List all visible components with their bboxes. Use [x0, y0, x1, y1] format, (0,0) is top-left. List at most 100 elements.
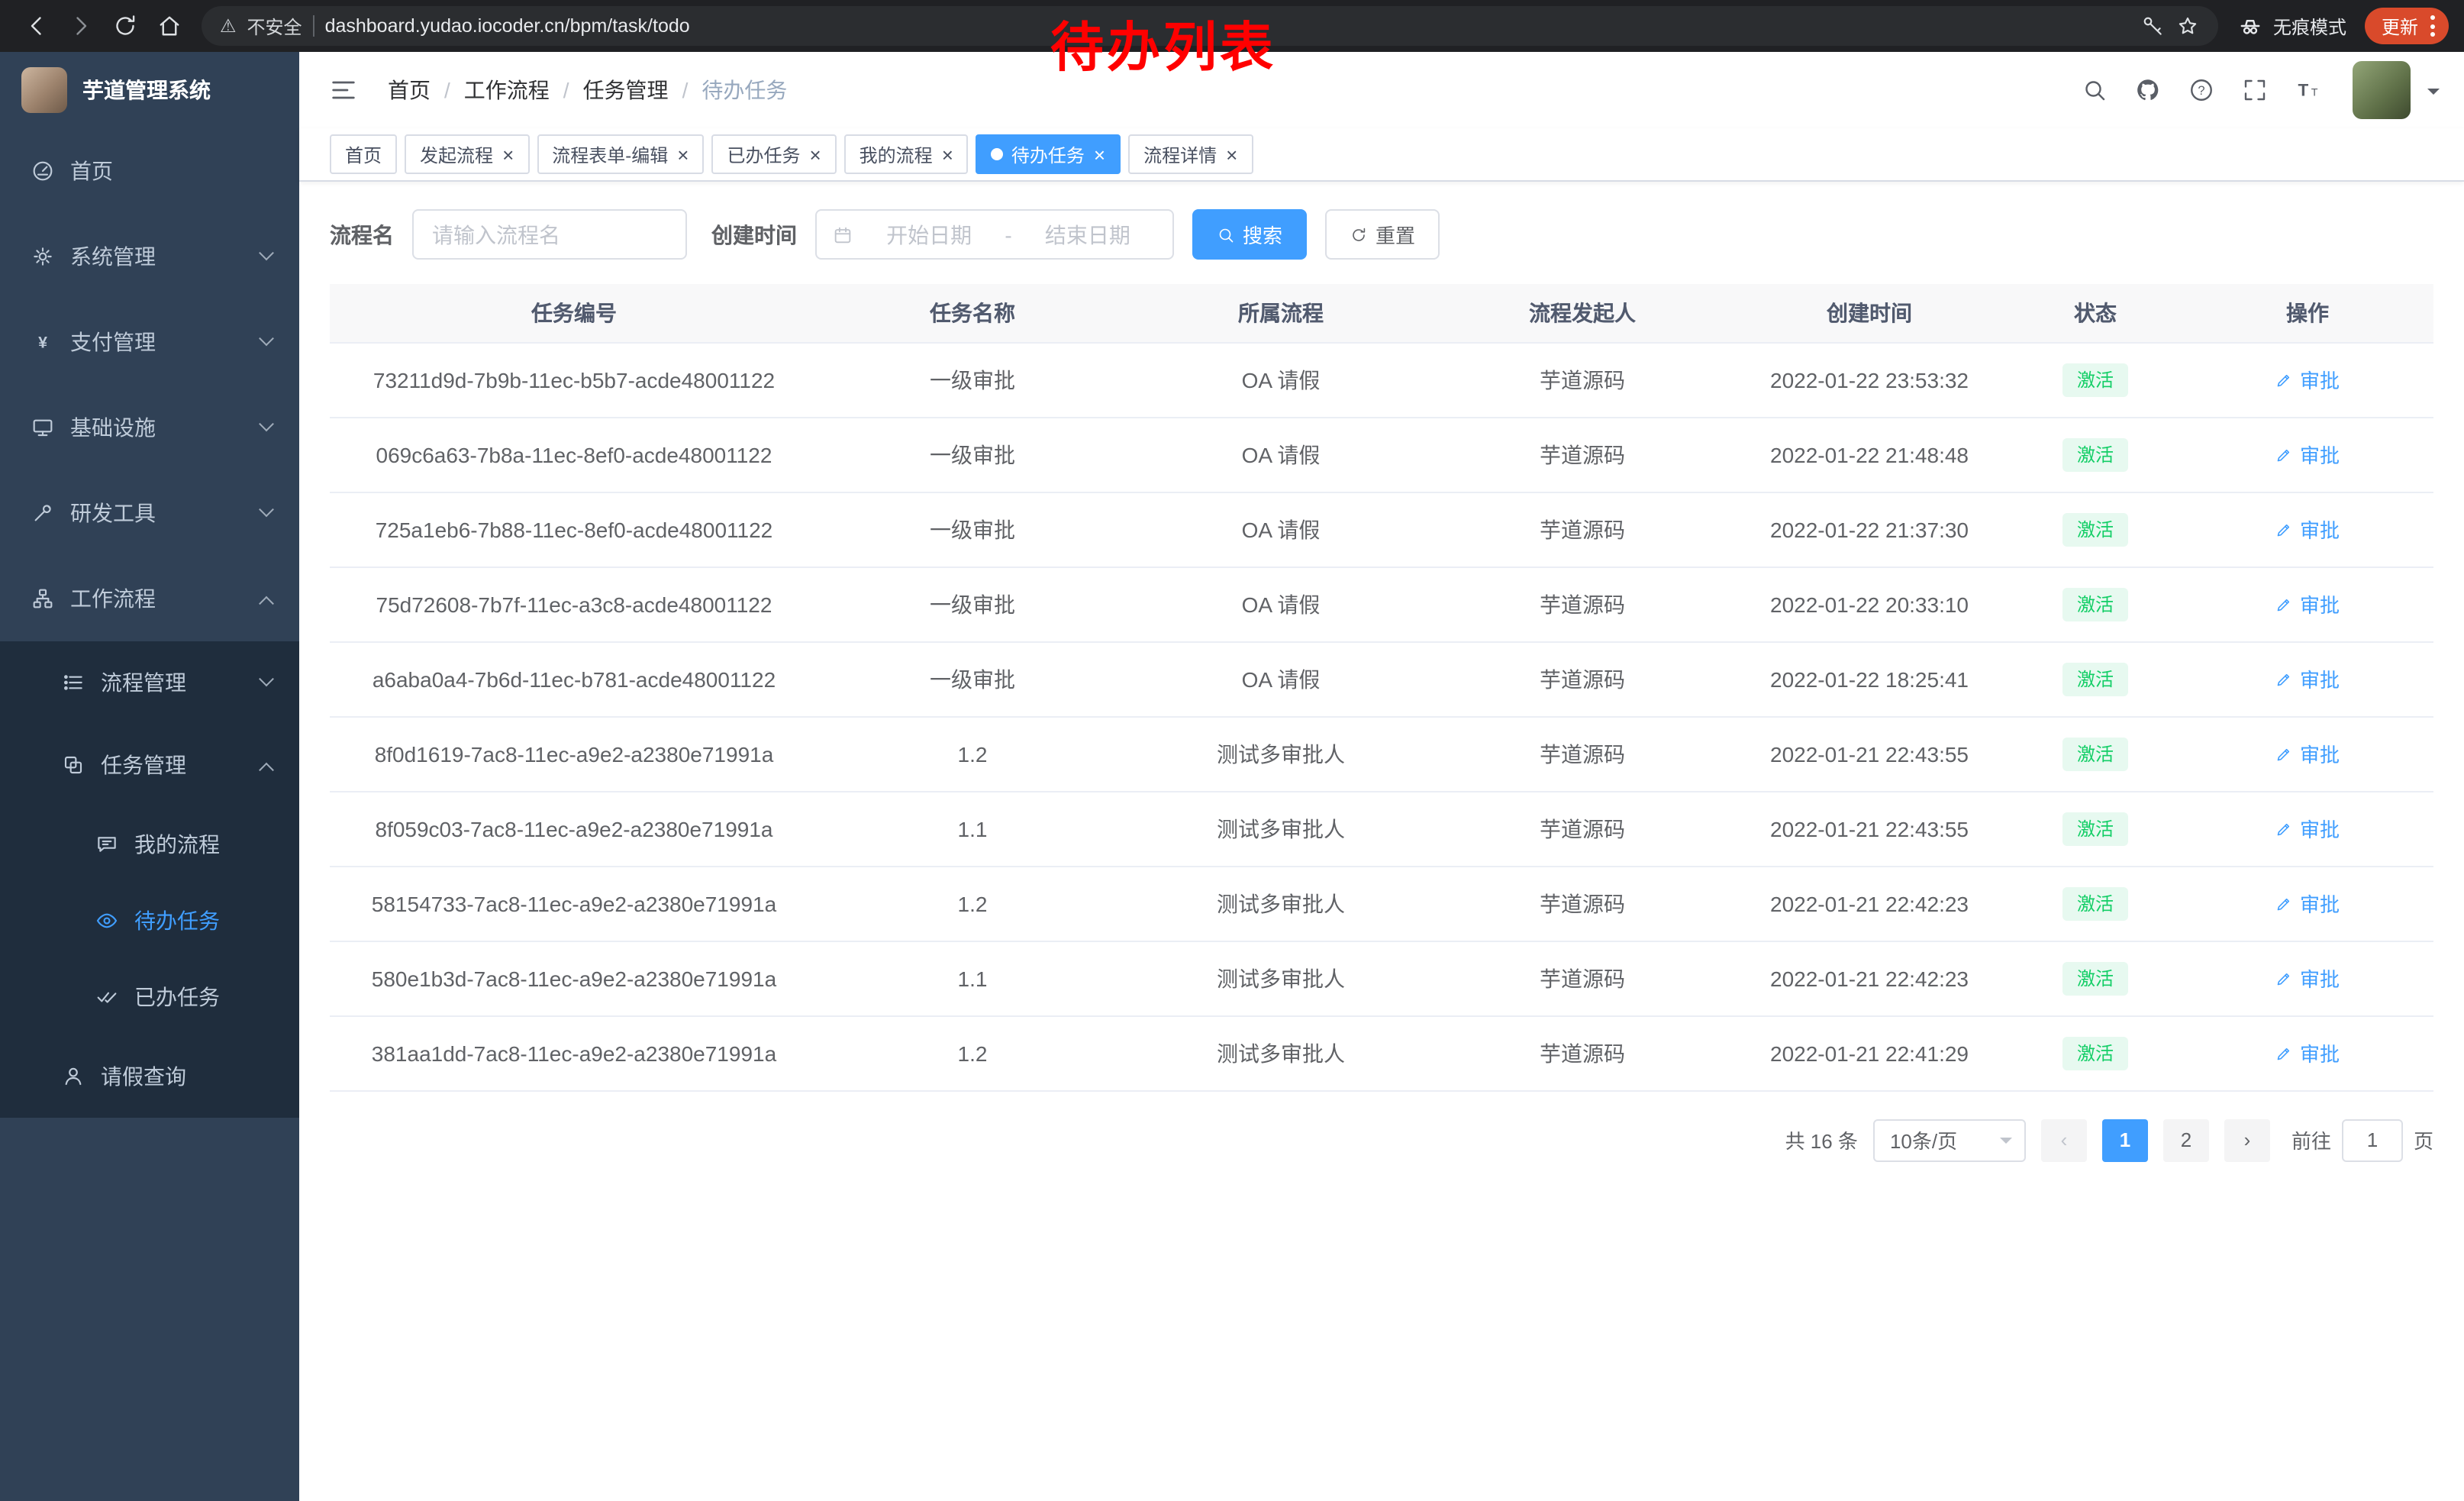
breadcrumb: 首页 / 工作流程 / 任务管理 / 待办任务 — [388, 75, 787, 105]
status-badge: 激活 — [2063, 512, 2127, 546]
approve-link[interactable]: 审批 — [2275, 589, 2340, 618]
pagination-total: 共 16 条 — [1785, 1125, 1858, 1154]
sidebar-item-payment[interactable]: ¥ 支付管理 — [0, 299, 299, 385]
sidebar-item-label: 任务管理 — [101, 750, 186, 780]
browser-home-button[interactable] — [148, 5, 189, 47]
avatar-caret-icon[interactable] — [2427, 89, 2440, 101]
approve-link[interactable]: 审批 — [2275, 365, 2340, 394]
tab-label: 流程详情 — [1143, 141, 1217, 167]
prev-page-button[interactable]: ‹ — [2041, 1118, 2087, 1161]
edit-icon — [2275, 1044, 2294, 1062]
cell-create-time: 2022-01-22 18:25:41 — [1730, 641, 2009, 716]
tab-close-icon[interactable]: × — [1226, 144, 1237, 164]
tab-my-process[interactable]: 我的流程 × — [844, 134, 969, 174]
goto-page-input[interactable] — [2342, 1118, 2403, 1161]
tab-start-process[interactable]: 发起流程 × — [405, 134, 529, 174]
page-size-select[interactable]: 10条/页 — [1873, 1118, 2026, 1161]
yen-icon: ¥ — [31, 330, 55, 354]
sidebar-item-label: 待办任务 — [134, 905, 220, 936]
tab-close-icon[interactable]: × — [809, 144, 821, 164]
tab-close-icon[interactable]: × — [942, 144, 953, 164]
sidebar-item-devtools[interactable]: 研发工具 — [0, 470, 299, 556]
incognito-badge: 无痕模式 — [2237, 12, 2346, 40]
table-header: 任务编号 任务名称 所属流程 流程发起人 创建时间 状态 操作 — [330, 284, 2433, 342]
tab-done-task[interactable]: 已办任务 × — [711, 134, 836, 174]
app-frame: 芋道管理系统 首页 系统管理 ¥ 支付管理 基础设施 — [0, 52, 2464, 1501]
tab-process-detail[interactable]: 流程详情 × — [1128, 134, 1253, 174]
tab-close-icon[interactable]: × — [677, 144, 689, 164]
sidebar: 芋道管理系统 首页 系统管理 ¥ 支付管理 基础设施 — [0, 52, 299, 1501]
approve-link[interactable]: 审批 — [2275, 739, 2340, 768]
header-search-button[interactable] — [2073, 69, 2116, 111]
tab-label: 我的流程 — [859, 141, 933, 167]
sidebar-collapse-button[interactable] — [322, 69, 365, 111]
approve-link-label: 审批 — [2300, 889, 2340, 918]
chevron-down-icon — [259, 330, 274, 345]
search-button[interactable]: 搜索 — [1192, 209, 1307, 260]
update-label: 更新 — [2382, 13, 2418, 39]
sidebar-item-todo-task[interactable]: 待办任务 — [0, 883, 299, 959]
tab-close-icon[interactable]: × — [1094, 144, 1105, 164]
browser-reload-button[interactable] — [104, 5, 145, 47]
cell-action: 审批 — [2182, 791, 2433, 866]
sidebar-item-system[interactable]: 系统管理 — [0, 214, 299, 299]
process-name-input[interactable] — [412, 209, 687, 260]
tab-todo-task[interactable]: 待办任务 × — [976, 134, 1121, 174]
sidebar-item-home[interactable]: 首页 — [0, 128, 299, 214]
col-status: 状态 — [2009, 284, 2182, 342]
kebab-menu-icon[interactable] — [2427, 12, 2438, 40]
sidebar-item-task-mgmt[interactable]: 任务管理 — [0, 724, 299, 806]
github-link[interactable] — [2127, 69, 2169, 111]
status-badge: 激活 — [2063, 363, 2127, 396]
approve-link[interactable]: 审批 — [2275, 889, 2340, 918]
sidebar-item-label: 请假查询 — [101, 1061, 186, 1092]
chevron-down-icon — [2000, 1137, 2012, 1149]
browser-update-button[interactable]: 更新 — [2365, 8, 2449, 44]
tab-label: 已办任务 — [727, 141, 800, 167]
cell-action: 审批 — [2182, 492, 2433, 567]
sidebar-item-workflow[interactable]: 工作流程 — [0, 556, 299, 641]
next-page-button[interactable]: › — [2224, 1118, 2270, 1161]
cell-process: 测试多审批人 — [1127, 941, 1435, 1015]
cell-task-name: 1.1 — [818, 791, 1127, 866]
tab-form-edit[interactable]: 流程表单-编辑 × — [537, 134, 704, 174]
approve-link[interactable]: 审批 — [2275, 664, 2340, 693]
pagination-jumper: 前往 页 — [2291, 1118, 2433, 1161]
date-range-picker[interactable]: 开始日期 - 结束日期 — [815, 209, 1174, 260]
sidebar-item-label: 系统管理 — [70, 241, 156, 272]
breadcrumb-task-mgmt[interactable]: 任务管理 — [583, 75, 669, 105]
breadcrumb-workflow[interactable]: 工作流程 — [464, 75, 550, 105]
page-button-2[interactable]: 2 — [2163, 1118, 2209, 1161]
tab-close-icon[interactable]: × — [502, 144, 514, 164]
approve-link[interactable]: 审批 — [2275, 814, 2340, 843]
cell-task-id: 580e1b3d-7ac8-11ec-a9e2-a2380e71991a — [330, 941, 818, 1015]
address-bar[interactable]: ⚠ 不安全 dashboard.yudao.iocoder.cn/bpm/tas… — [202, 6, 2218, 46]
reset-button[interactable]: 重置 — [1325, 209, 1440, 260]
user-avatar[interactable] — [2353, 61, 2411, 119]
page-button-1[interactable]: 1 — [2102, 1118, 2148, 1161]
font-size-button[interactable]: TT — [2287, 69, 2330, 111]
approve-link[interactable]: 审批 — [2275, 515, 2340, 544]
sidebar-item-infra[interactable]: 基础设施 — [0, 385, 299, 470]
bookmark-star-icon[interactable] — [2175, 14, 2200, 38]
breadcrumb-home[interactable]: 首页 — [388, 75, 431, 105]
browser-forward-button[interactable] — [60, 5, 101, 47]
sidebar-item-leave-query[interactable]: 请假查询 — [0, 1035, 299, 1118]
approve-link[interactable]: 审批 — [2275, 964, 2340, 993]
cell-status: 激活 — [2009, 567, 2182, 641]
cell-status: 激活 — [2009, 492, 2182, 567]
approve-link[interactable]: 审批 — [2275, 440, 2340, 469]
sidebar-item-my-process[interactable]: 我的流程 — [0, 806, 299, 883]
help-button[interactable]: ? — [2180, 69, 2223, 111]
tab-home[interactable]: 首页 — [330, 134, 397, 174]
cell-action: 审批 — [2182, 941, 2433, 1015]
cell-task-name: 一级审批 — [818, 641, 1127, 716]
password-key-icon[interactable] — [2140, 14, 2165, 38]
cell-action: 审批 — [2182, 641, 2433, 716]
approve-link[interactable]: 审批 — [2275, 1038, 2340, 1067]
security-label: 不安全 — [247, 13, 302, 39]
browser-back-button[interactable] — [15, 5, 56, 47]
sidebar-item-done-task[interactable]: 已办任务 — [0, 959, 299, 1035]
fullscreen-button[interactable] — [2233, 69, 2276, 111]
sidebar-item-process-mgmt[interactable]: 流程管理 — [0, 641, 299, 724]
